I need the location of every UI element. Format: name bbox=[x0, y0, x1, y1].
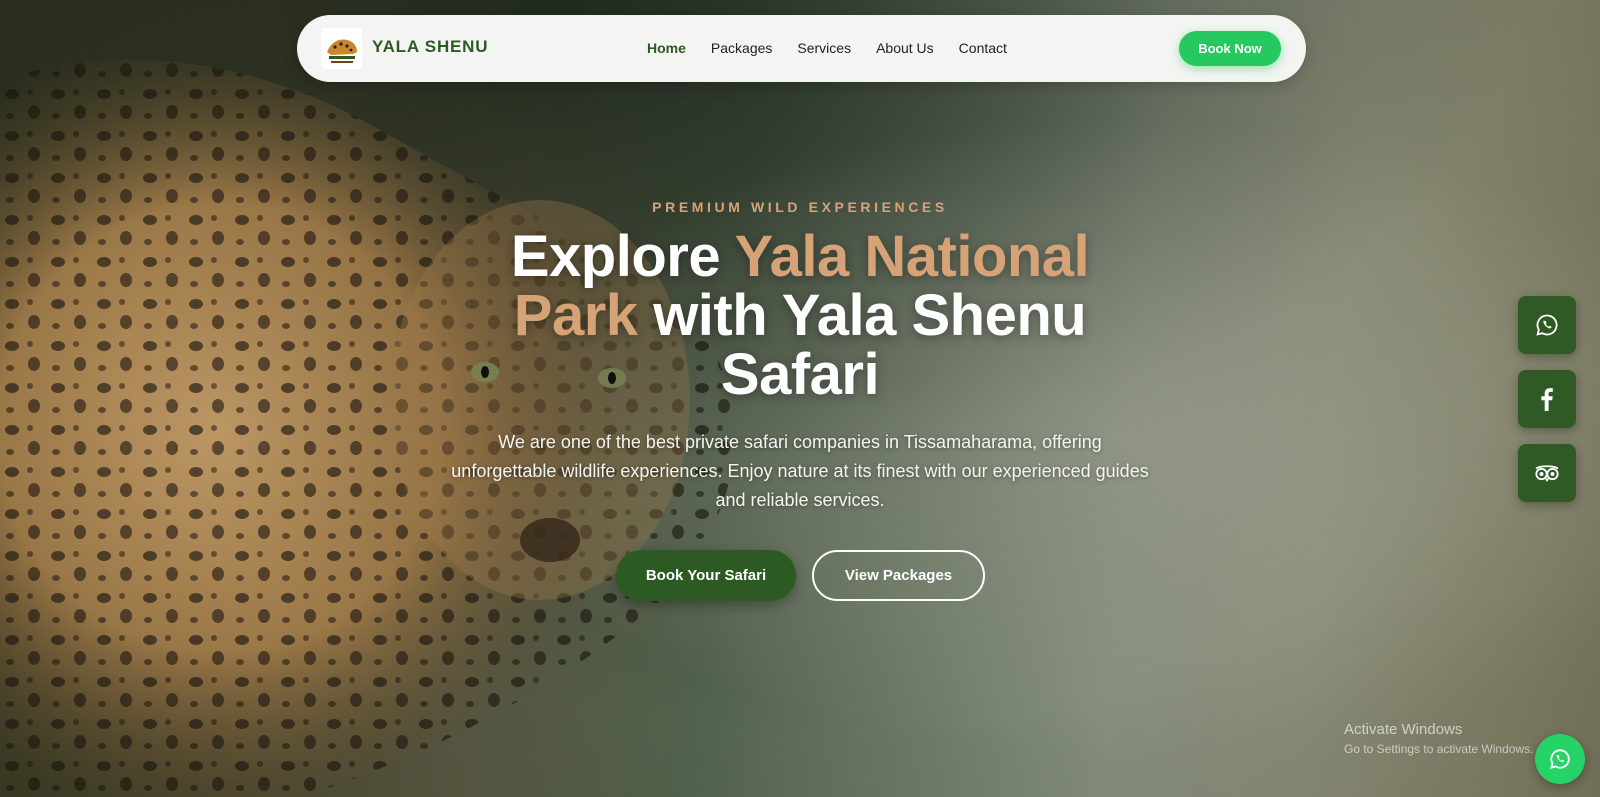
logo[interactable] bbox=[321, 28, 362, 69]
facebook-side-button[interactable] bbox=[1518, 370, 1576, 428]
whatsapp-side-button[interactable] bbox=[1518, 296, 1576, 354]
hero-eyebrow: PREMIUM WILD EXPERIENCES bbox=[652, 199, 948, 215]
whatsapp-icon bbox=[1550, 749, 1570, 769]
floating-whatsapp-button[interactable] bbox=[1535, 734, 1585, 784]
nav-link-packages[interactable]: Packages bbox=[711, 40, 772, 56]
book-your-safari-button[interactable]: Book Your Safari bbox=[616, 550, 796, 601]
headline-accent-1: Yala National bbox=[734, 224, 1090, 289]
activate-windows-subtitle: Go to Settings to activate Windows. bbox=[1344, 742, 1534, 756]
description-line-1: We are one of the best private safari co… bbox=[498, 432, 1102, 452]
navbar: YALA SHENU Home Packages Services About … bbox=[297, 15, 1306, 82]
book-now-button[interactable]: Book Now bbox=[1179, 31, 1281, 66]
brand-name[interactable]: YALA SHENU bbox=[372, 37, 488, 57]
hero-headline: Explore Yala National Park with Yala She… bbox=[400, 227, 1200, 404]
nav-link-home[interactable]: Home bbox=[647, 40, 686, 56]
headline-part-1: Explore bbox=[510, 224, 735, 289]
hero-section: YALA SHENU Home Packages Services About … bbox=[0, 0, 1600, 797]
activate-windows-title: Activate Windows bbox=[1344, 721, 1463, 738]
description-line-3: and reliable services. bbox=[715, 490, 885, 510]
tripadvisor-icon bbox=[1535, 465, 1559, 482]
facebook-icon bbox=[1541, 388, 1553, 411]
nav-link-services[interactable]: Services bbox=[797, 40, 851, 56]
whatsapp-icon bbox=[1536, 314, 1558, 336]
headline-part-2: with Yala Shenu bbox=[637, 283, 1087, 348]
description-line-2: unforgettable wildlife experiences. Enjo… bbox=[451, 461, 1149, 481]
nav-link-about-us[interactable]: About Us bbox=[876, 40, 934, 56]
view-packages-button[interactable]: View Packages bbox=[812, 550, 985, 601]
hero-description: We are one of the best private safari co… bbox=[430, 428, 1170, 515]
headline-part-3: Safari bbox=[720, 342, 880, 407]
nav-link-contact[interactable]: Contact bbox=[959, 40, 1007, 56]
leopard-logo-icon bbox=[322, 29, 361, 68]
tripadvisor-side-button[interactable] bbox=[1518, 444, 1576, 502]
nav-links: Home Packages Services About Us Contact bbox=[647, 40, 1007, 56]
headline-accent-2: Park bbox=[513, 283, 638, 348]
